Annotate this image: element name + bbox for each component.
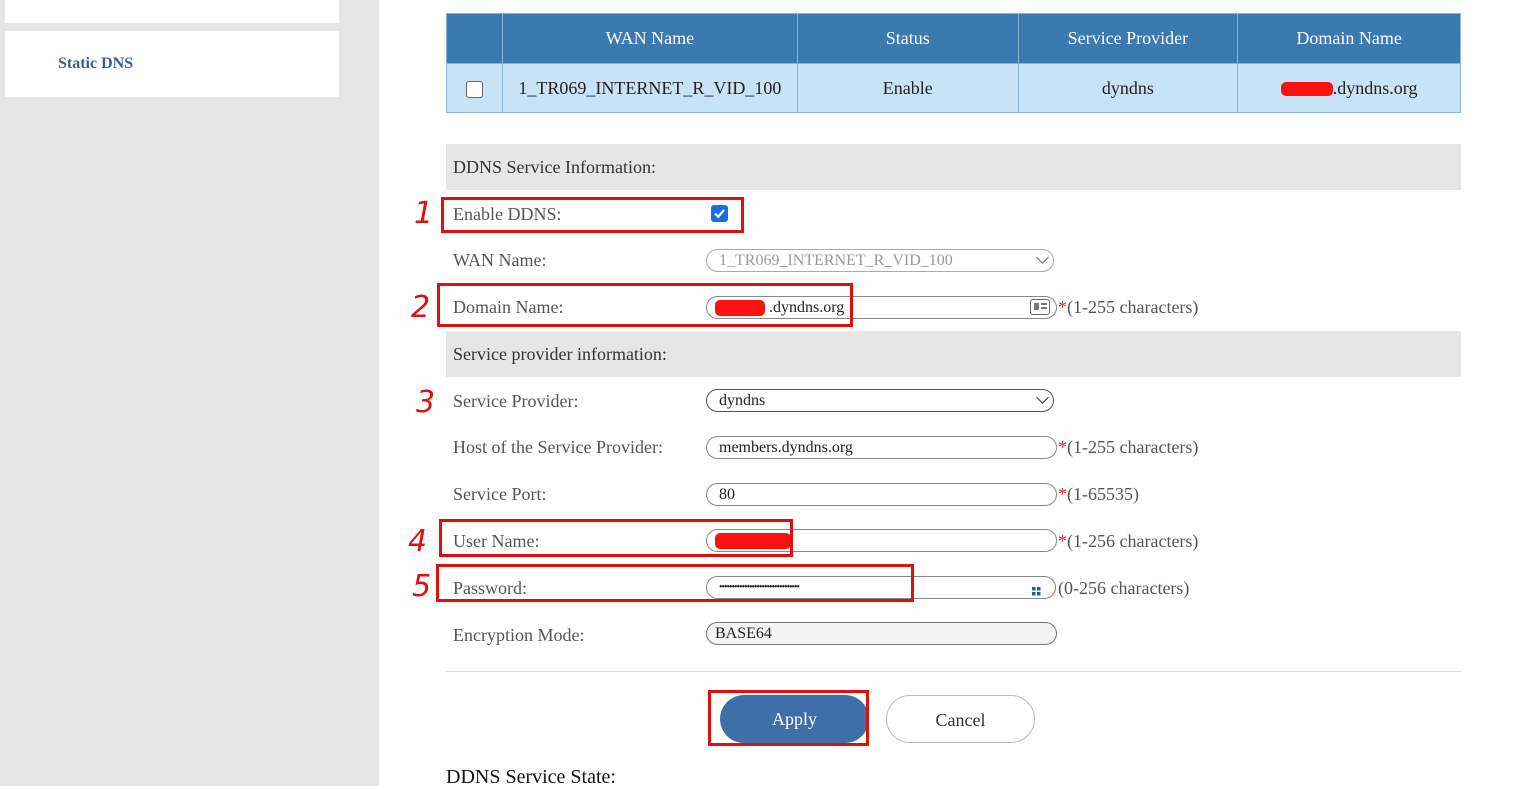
cell-domain-text: .dyndns.org <box>1332 77 1418 98</box>
service-port-input[interactable]: 80 <box>706 483 1057 506</box>
col-header-domain: Domain Name <box>1237 13 1461 64</box>
annotation-number-3: 3 <box>416 385 436 420</box>
service-provider-label: Service Provider: <box>453 391 579 411</box>
required-mark: * <box>1058 484 1067 504</box>
col-header-provider: Service Provider <box>1017 13 1239 64</box>
encryption-mode-value: BASE64 <box>715 625 772 642</box>
sidebar: Static DNS <box>0 0 379 786</box>
col-header-wan-name: WAN Name <box>501 13 798 64</box>
host-hint: *(1-255 characters) <box>1058 437 1198 458</box>
annotation-box-domain-name <box>437 283 853 327</box>
row-select-cell <box>446 63 503 113</box>
service-provider-value: dyndns <box>719 392 766 409</box>
hint-text: (1-256 characters) <box>1067 531 1199 551</box>
required-mark: * <box>1058 531 1067 551</box>
ddns-section-header: DDNS Service Information: <box>446 144 1461 190</box>
annotation-box-enable-ddns <box>441 197 744 233</box>
annotation-box-apply <box>708 690 869 746</box>
col-header-select <box>446 13 503 64</box>
cell-provider: dyndns <box>1017 63 1239 113</box>
hint-text: (1-255 characters) <box>1067 437 1199 457</box>
required-mark: * <box>1058 437 1067 457</box>
annotation-number-5: 5 <box>412 569 432 604</box>
service-provider-select[interactable]: dyndns <box>706 389 1054 412</box>
cell-domain: .dyndns.org <box>1237 63 1461 113</box>
redaction-mark <box>1280 82 1333 97</box>
encryption-mode-label: Encryption Mode: <box>453 625 585 645</box>
table-header-row: WAN Name Status Service Provider Domain … <box>446 13 1461 64</box>
required-mark: * <box>1058 297 1067 317</box>
chevron-down-icon <box>1036 251 1049 264</box>
contact-card-icon[interactable] <box>1030 299 1050 315</box>
annotation-number-1: 1 <box>414 196 434 231</box>
cell-wan-name: 1_TR069_INTERNET_R_VID_100 <box>501 63 798 113</box>
cancel-button[interactable]: Cancel <box>886 695 1035 743</box>
host-value: members.dyndns.org <box>719 439 853 456</box>
annotation-box-password <box>436 564 914 602</box>
host-label: Host of the Service Provider: <box>453 437 663 457</box>
password-hint: (0-256 characters) <box>1058 578 1190 598</box>
annotation-box-user-name <box>439 519 793 557</box>
wan-name-label: WAN Name: <box>453 250 547 270</box>
annotation-number-2: 2 <box>411 290 431 325</box>
chevron-down-icon <box>1036 391 1049 404</box>
wan-name-select[interactable]: 1_TR069_INTERNET_R_VID_100 <box>706 249 1054 272</box>
wan-table: WAN Name Status Service Provider Domain … <box>446 13 1461 113</box>
user-name-hint: *(1-256 characters) <box>1058 531 1198 552</box>
encryption-mode-field: BASE64 <box>706 622 1057 645</box>
hint-text: (1-255 characters) <box>1067 297 1199 317</box>
sidebar-item-static-dns[interactable] <box>5 31 339 97</box>
provider-section-header: Service provider information: <box>446 331 1461 377</box>
wan-name-value: 1_TR069_INTERNET_R_VID_100 <box>719 252 953 269</box>
sidebar-item-label[interactable]: Static DNS <box>58 55 133 73</box>
hint-text: (1-65535) <box>1067 484 1139 504</box>
divider <box>446 671 1461 672</box>
table-row[interactable]: 1_TR069_INTERNET_R_VID_100 Enable dyndns… <box>446 63 1461 113</box>
key-icon[interactable] <box>1032 583 1041 596</box>
sidebar-item-blank[interactable] <box>5 0 339 23</box>
service-port-label: Service Port: <box>453 484 547 504</box>
row-checkbox[interactable] <box>465 80 483 98</box>
col-header-status: Status <box>796 13 1019 64</box>
service-port-value: 80 <box>719 486 735 503</box>
section-title: Service provider information: <box>453 344 667 364</box>
section-title: DDNS Service Information: <box>453 157 656 177</box>
host-input[interactable]: members.dyndns.org <box>706 436 1057 459</box>
annotation-number-4: 4 <box>408 524 428 559</box>
domain-name-hint: *(1-255 characters) <box>1058 297 1198 318</box>
service-port-hint: *(1-65535) <box>1058 484 1139 505</box>
cell-status: Enable <box>796 63 1019 113</box>
